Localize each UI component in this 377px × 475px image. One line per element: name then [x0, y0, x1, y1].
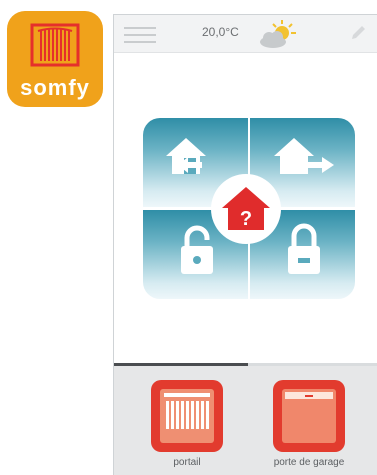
house-question-icon: ? — [222, 187, 270, 230]
unlocked-padlock-icon — [181, 225, 213, 274]
status-center-button[interactable]: ? — [211, 174, 281, 244]
edit-pencil-icon[interactable] — [349, 24, 367, 42]
house-arrow-right-icon — [274, 138, 334, 174]
garage-door-icon — [282, 389, 336, 443]
partly-cloudy-sun-icon — [260, 20, 296, 48]
somfy-app-icon: somfy — [7, 11, 103, 107]
top-bar: 20,0°C — [114, 15, 377, 53]
garage-door-device-button[interactable] — [273, 380, 345, 452]
locked-padlock-icon — [288, 223, 320, 274]
status-question-mark: ? — [240, 208, 252, 230]
device-bar: portail porte de garage — [114, 366, 377, 475]
temperature-reading: 20,0°C — [202, 25, 239, 39]
somfy-brand-text: somfy — [20, 75, 90, 100]
gate-device-label: portail — [173, 457, 201, 468]
gate-icon — [160, 389, 214, 443]
garage-door-device-label: porte de garage — [273, 457, 345, 468]
house-arrow-left-icon — [166, 138, 206, 174]
phone-screen: 20,0°C ? portail porte de garage — [113, 14, 377, 475]
menu-icon[interactable] — [124, 25, 156, 43]
gate-device-button[interactable] — [151, 380, 223, 452]
gate-logo-icon — [30, 23, 80, 67]
